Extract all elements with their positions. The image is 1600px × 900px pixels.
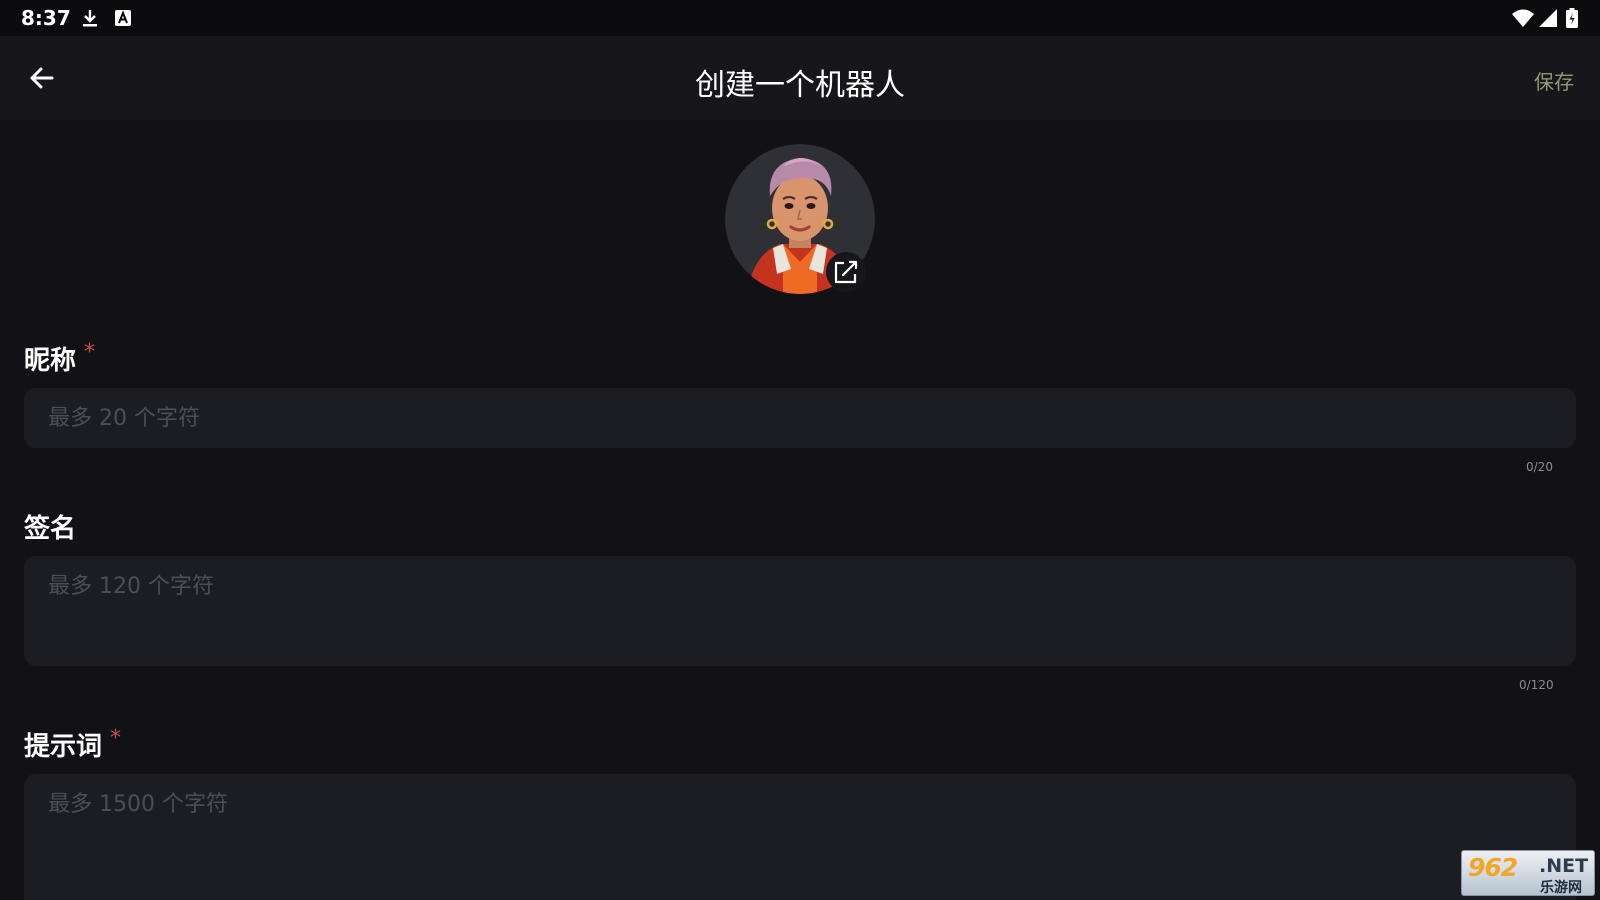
page-title: 创建一个机器人 xyxy=(695,68,905,103)
signature-input[interactable] xyxy=(24,556,1576,666)
download-icon xyxy=(83,10,97,27)
nickname-label-text: 昵称 xyxy=(24,346,77,376)
save-button[interactable]: 保存 xyxy=(1534,66,1574,95)
nickname-input[interactable] xyxy=(24,388,1576,448)
watermark-subtitle: 乐游网 xyxy=(1540,880,1582,896)
avatar-picker[interactable] xyxy=(725,144,875,294)
nickname-counter: 0/20 xyxy=(1526,460,1553,474)
signature-counter: 0/120 xyxy=(1519,678,1554,692)
edit-avatar-button[interactable] xyxy=(826,252,866,292)
watermark-number: 962 xyxy=(1468,853,1518,882)
status-bar: 8:37 xyxy=(0,0,1600,36)
wifi-icon xyxy=(1512,9,1534,27)
prompt-label: 提示词 * xyxy=(24,726,121,763)
app-bar: 创建一个机器人 保存 xyxy=(0,36,1600,120)
battery-icon xyxy=(1566,8,1578,28)
keyboard-a-icon xyxy=(115,10,131,26)
signature-label: 签名 xyxy=(24,514,77,544)
required-mark: * xyxy=(84,340,96,365)
signal-icon xyxy=(1539,9,1557,27)
required-mark: * xyxy=(110,726,122,751)
watermark-suffix: .NET xyxy=(1539,855,1589,877)
prompt-label-text: 提示词 xyxy=(24,732,103,762)
edit-icon xyxy=(834,260,858,284)
watermark-logo: 962 .NET 乐游网 xyxy=(1461,850,1595,896)
nickname-label: 昵称 * xyxy=(24,340,95,377)
status-time: 8:37 xyxy=(21,6,71,30)
prompt-input[interactable] xyxy=(24,774,1576,900)
